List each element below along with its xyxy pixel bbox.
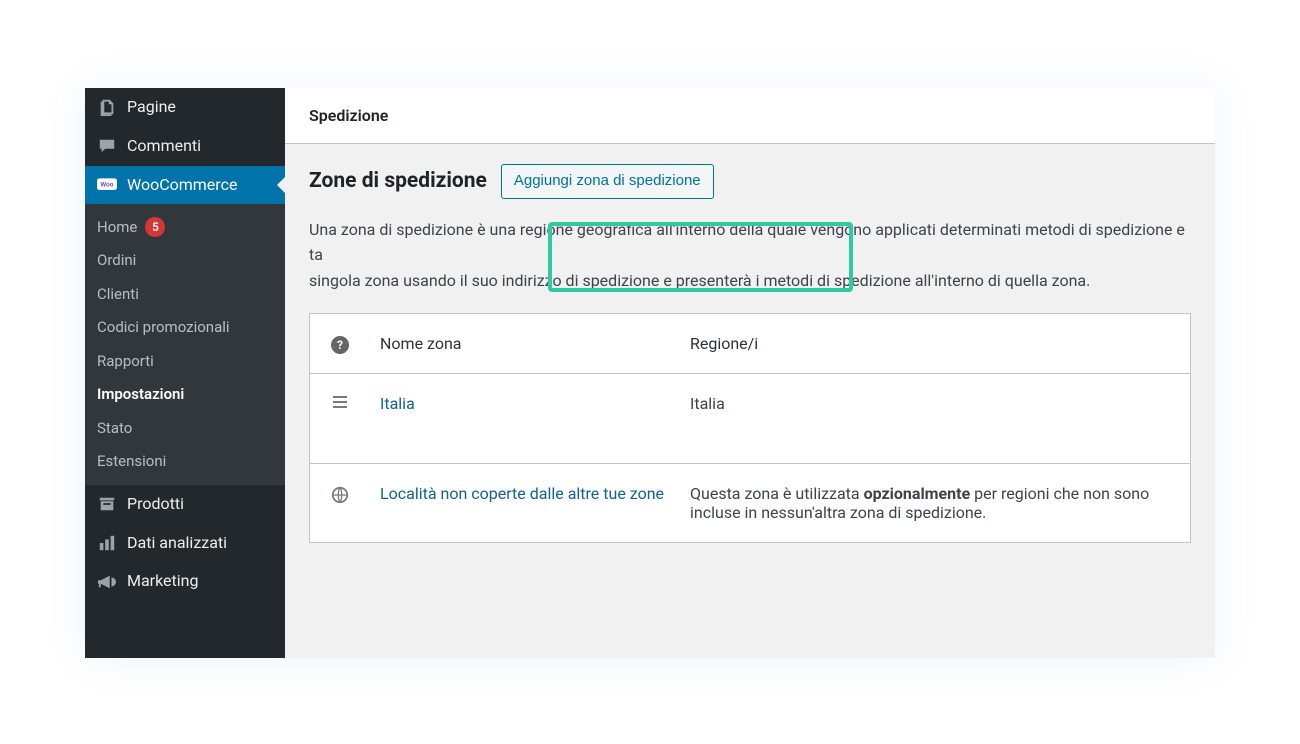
woocommerce-icon: Woo — [97, 175, 117, 195]
zone-name-link[interactable]: Italia — [380, 394, 415, 413]
zone-region: Italia — [680, 374, 1190, 463]
tab-title: Spedizione — [309, 106, 388, 125]
sidebar-item-woocommerce[interactable]: Woo WooCommerce — [85, 166, 285, 205]
comments-icon — [97, 136, 117, 156]
sidebar-item-commenti[interactable]: Commenti — [85, 127, 285, 166]
table-row-default: Località non coperte dalle altre tue zon… — [310, 463, 1190, 542]
sub-item-rapporti[interactable]: Rapporti — [85, 345, 285, 379]
table-header-row: ? Nome zona Regione/i — [310, 314, 1190, 373]
table-row: Italia Italia — [310, 373, 1190, 463]
sub-item-estensioni[interactable]: Estensioni — [85, 445, 285, 479]
tab-spedizione[interactable]: Spedizione — [285, 88, 1215, 144]
svg-text:Woo: Woo — [100, 181, 113, 189]
sub-item-label: Stato — [97, 419, 132, 439]
products-icon — [97, 494, 117, 514]
sidebar-item-dati[interactable]: Dati analizzati — [85, 524, 285, 563]
sidebar-item-label: Pagine — [127, 97, 176, 118]
globe-icon — [331, 486, 349, 508]
zone-default-link[interactable]: Località non coperte dalle altre tue zon… — [380, 484, 664, 503]
sub-item-label: Estensioni — [97, 452, 166, 472]
sub-item-ordini[interactable]: Ordini — [85, 244, 285, 278]
sidebar-item-pagine[interactable]: Pagine — [85, 88, 285, 127]
analytics-icon — [97, 533, 117, 553]
col-header-region: Regione/i — [680, 314, 1190, 373]
sidebar-item-label: Prodotti — [127, 494, 184, 515]
sidebar-item-label: WooCommerce — [127, 175, 237, 196]
admin-sidebar: Pagine Commenti Woo WooCommerce Home 5 O… — [85, 88, 285, 658]
sub-item-label: Home — [97, 218, 137, 238]
sub-item-label: Impostazioni — [97, 385, 184, 405]
woocommerce-submenu: Home 5 Ordini Clienti Codici promozional… — [85, 204, 285, 485]
sub-item-label: Rapporti — [97, 352, 154, 372]
zone-default-region: Questa zona è utilizzata opzionalmente p… — [680, 464, 1190, 542]
col-header-name: Nome zona — [370, 314, 680, 373]
page-heading: Zone di spedizione — [309, 169, 487, 193]
megaphone-icon — [97, 572, 117, 592]
sidebar-item-label: Marketing — [127, 571, 198, 592]
main-content: Spedizione Zone di spedizione Aggiungi z… — [285, 88, 1215, 658]
sidebar-item-label: Dati analizzati — [127, 533, 227, 554]
help-icon[interactable]: ? — [331, 336, 349, 354]
add-shipping-zone-button[interactable]: Aggiungi zona di spedizione — [501, 164, 714, 199]
sub-item-impostazioni[interactable]: Impostazioni — [85, 378, 285, 412]
sidebar-item-label: Commenti — [127, 136, 201, 157]
sidebar-item-marketing[interactable]: Marketing — [85, 562, 285, 601]
drag-handle-icon[interactable] — [333, 396, 347, 408]
sub-item-home[interactable]: Home 5 — [85, 210, 285, 244]
sidebar-item-prodotti[interactable]: Prodotti — [85, 485, 285, 524]
sub-item-clienti[interactable]: Clienti — [85, 278, 285, 312]
shipping-zones-table: ? Nome zona Regione/i Italia Italia — [309, 313, 1191, 543]
sub-item-label: Codici promozionali — [97, 318, 230, 338]
sub-item-stato[interactable]: Stato — [85, 412, 285, 446]
zones-description: Una zona di spedizione è una regione geo… — [309, 217, 1191, 294]
sub-item-codici[interactable]: Codici promozionali — [85, 311, 285, 345]
pages-icon — [97, 97, 117, 117]
sub-item-label: Ordini — [97, 251, 136, 271]
home-badge: 5 — [145, 217, 165, 237]
sub-item-label: Clienti — [97, 285, 139, 305]
